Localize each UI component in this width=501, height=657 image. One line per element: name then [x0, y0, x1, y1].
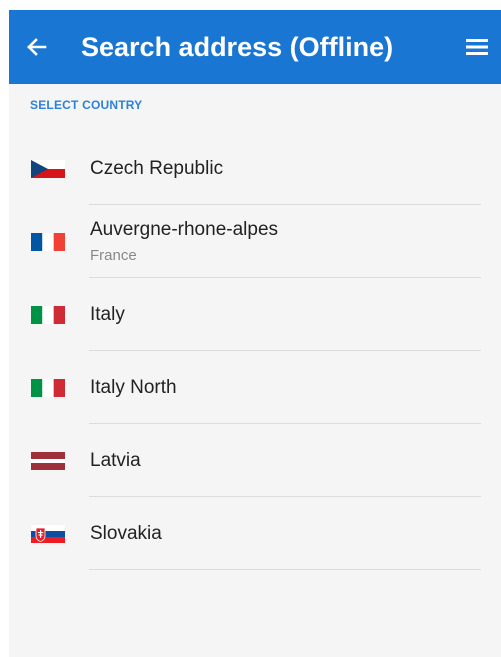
- item-text: Slovakia: [90, 497, 162, 570]
- back-arrow-icon: [27, 38, 47, 56]
- menu-button[interactable]: [453, 10, 501, 84]
- list-item[interactable]: Czech Republic: [9, 132, 501, 205]
- country-subtitle: France: [90, 247, 137, 264]
- list-item[interactable]: Italy North: [9, 351, 501, 424]
- item-text: Italy: [90, 278, 125, 351]
- item-text: Italy North: [90, 351, 177, 424]
- italy-flag-icon: [31, 378, 65, 397]
- item-text: Latvia: [90, 424, 141, 497]
- czech-flag-icon: [31, 159, 65, 178]
- item-text: Czech Republic: [90, 132, 223, 205]
- latvia-flag-icon: [31, 451, 65, 470]
- app-bar: Search address (Offline): [9, 10, 501, 84]
- list-item[interactable]: Auvergne-rhone-alpes France: [9, 205, 501, 278]
- france-flag-icon: [31, 232, 65, 251]
- italy-flag-icon: [31, 305, 65, 324]
- country-list: Czech Republic Auvergne-rhone-alpes Fran…: [9, 132, 501, 570]
- item-text: Auvergne-rhone-alpes France: [90, 205, 278, 278]
- list-item[interactable]: Latvia: [9, 424, 501, 497]
- list-item[interactable]: Italy: [9, 278, 501, 351]
- back-button[interactable]: [9, 10, 63, 84]
- country-name: Slovakia: [90, 522, 162, 544]
- screen: Search address (Offline) SELECT COUNTRY …: [0, 0, 501, 657]
- country-name: Czech Republic: [90, 157, 224, 179]
- country-name: Auvergne-rhone-alpes: [90, 219, 279, 240]
- page-title: Search address (Offline): [81, 31, 394, 62]
- country-name: Italy North: [90, 376, 177, 398]
- list-item[interactable]: Slovakia: [9, 497, 501, 570]
- country-name: Latvia: [90, 449, 141, 471]
- slovakia-flag-icon: [31, 524, 65, 543]
- content-area: SELECT COUNTRY Czech Republic Auvergne-r…: [9, 84, 501, 657]
- country-name: Italy: [90, 303, 125, 325]
- hamburger-menu-icon: [466, 39, 488, 55]
- section-header: SELECT COUNTRY: [30, 98, 143, 112]
